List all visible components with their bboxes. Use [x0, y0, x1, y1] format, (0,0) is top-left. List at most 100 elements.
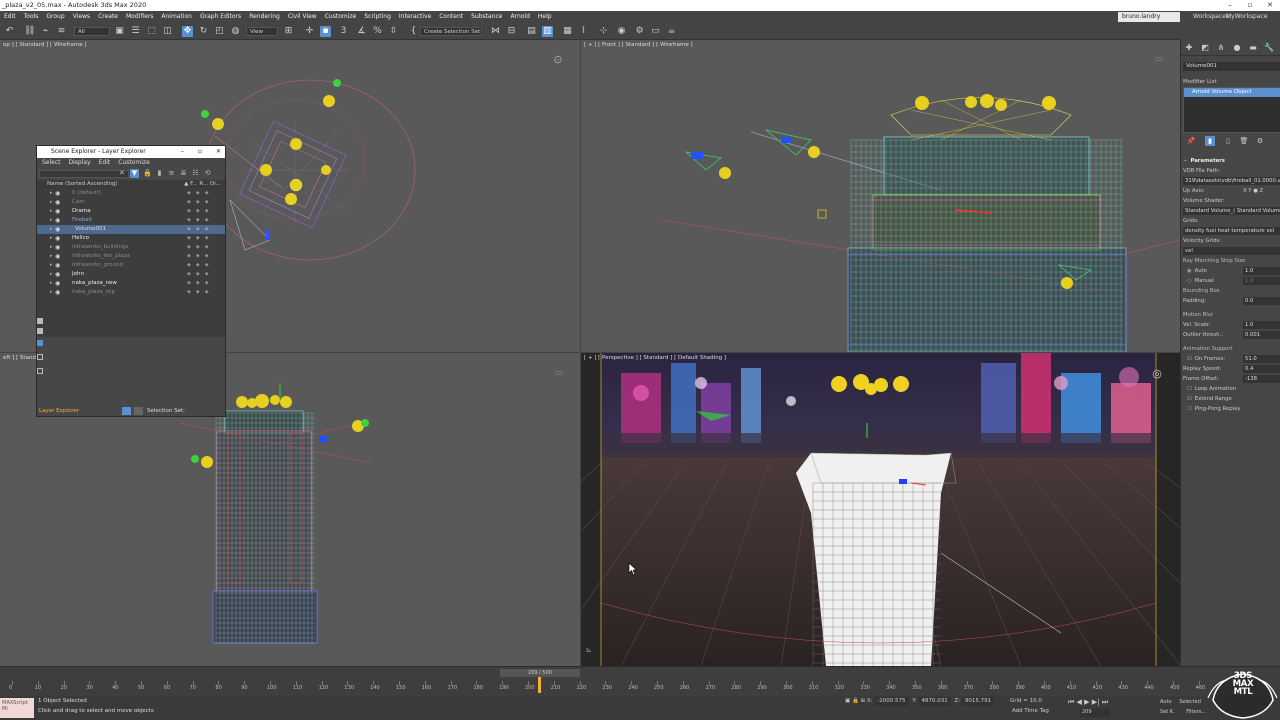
layer-stack-icon[interactable]: ≡ — [167, 169, 176, 178]
user-account[interactable]: bruno.landry — [1118, 12, 1180, 22]
expand-arrow-icon[interactable]: ▸ — [50, 252, 53, 261]
close-icon[interactable]: ✕ — [216, 146, 221, 158]
render-setup-icon[interactable]: ⚙ — [634, 26, 645, 37]
toggle-ribbon-icon[interactable]: ▦ — [562, 26, 573, 37]
object-name-field[interactable]: Volume001 — [1183, 62, 1280, 71]
layer-flags-icon[interactable]: ◈◈◈ — [187, 198, 214, 207]
layer-flags-icon[interactable]: ◈◈◈ — [187, 252, 214, 261]
menu-item-tools[interactable]: Tools — [20, 11, 43, 23]
expand-arrow-icon[interactable]: ▸ — [50, 234, 53, 243]
x-coordinate-input[interactable]: -2000.575 — [874, 697, 909, 706]
menu-item-group[interactable]: Group — [42, 11, 68, 23]
menu-item-customize[interactable]: Customize — [321, 11, 361, 23]
select-manipulate-icon[interactable]: ✛ — [304, 26, 315, 37]
manual-step-input[interactable]: 1.0 — [1243, 277, 1280, 285]
menu-item-rendering[interactable]: Rendering — [245, 11, 284, 23]
time-slider[interactable]: 209 / 500 — [500, 669, 580, 677]
visibility-eye-icon[interactable]: ◉ — [55, 279, 60, 288]
grids-input[interactable]: density fuel heat temperature vel — [1183, 227, 1280, 235]
maxscript-listener[interactable]: MAXScript Mi — [0, 698, 34, 718]
auto-radio[interactable]: ◉ — [1187, 268, 1192, 274]
expand-arrow-icon[interactable]: ▸ — [50, 279, 53, 288]
visibility-eye-icon[interactable]: ◉ — [55, 207, 60, 216]
undo-icon[interactable]: ↶ — [4, 26, 15, 37]
vdb-file-path-input[interactable]: 319\datasets\vdb\fireball_01.0000.vdb — [1183, 177, 1280, 185]
link-icon[interactable]: ⛓ — [24, 26, 35, 37]
explorer-menu-customize[interactable]: Customize — [118, 158, 150, 168]
play-icon[interactable]: ▶ — [1084, 698, 1089, 706]
velocity-grids-input[interactable]: vel — [1183, 247, 1280, 255]
maximize-icon[interactable]: ▫ — [198, 146, 202, 158]
current-frame-input[interactable]: 209 — [1080, 708, 1110, 717]
key-filter-dropdown[interactable]: Selected — [1179, 699, 1201, 705]
visibility-eye-icon[interactable]: ◉ — [55, 243, 60, 252]
parameters-header[interactable]: − Parameters — [1183, 156, 1280, 166]
extend-range-checkbox[interactable]: ☑ — [1187, 396, 1192, 402]
y-coordinate-input[interactable]: 4870.031 — [918, 697, 951, 706]
expand-arrow-icon[interactable]: ▸ — [50, 216, 53, 225]
previous-frame-icon[interactable]: ◀ — [1077, 698, 1082, 706]
display-tab-icon[interactable]: ▬ — [1248, 43, 1258, 53]
visibility-eye-icon[interactable]: ◉ — [55, 261, 60, 270]
menu-item-substance[interactable]: Substance — [467, 11, 506, 23]
minimize-icon[interactable]: – — [1220, 0, 1240, 11]
menu-item-content[interactable]: Content — [435, 11, 467, 23]
reference-coordinate-dropdown[interactable]: View — [246, 27, 278, 36]
layer-flags-icon[interactable]: ◈◈◈ — [187, 243, 214, 252]
filter-icon[interactable]: ▼ — [130, 169, 139, 178]
lock-selection-icon[interactable]: 🔒 — [852, 698, 861, 704]
scene-explorer-titlebar[interactable]: Scene Explorer - Layer Explorer – ▫ ✕ — [37, 146, 225, 158]
z-coordinate-input[interactable]: 9015.791 — [961, 697, 995, 706]
layer-explorer-icon[interactable] — [122, 407, 131, 415]
on-frames-checkbox[interactable]: ☑ — [1187, 356, 1192, 362]
spinner-snap-icon[interactable]: ⇳ — [388, 26, 399, 37]
lock-toggle-icon[interactable]: ▮ — [155, 169, 164, 178]
angle-snap-icon[interactable]: ∡ — [356, 26, 367, 37]
layer-row[interactable]: ▸ ◉ infraworks_buildings ◈◈◈ — [37, 243, 225, 252]
column-flags[interactable]: ▲ F... R... Di... — [184, 180, 221, 189]
menu-item-graph-editors[interactable]: Graph Editors — [196, 11, 245, 23]
playhead-marker[interactable] — [538, 677, 541, 693]
layer-row[interactable]: ▸ ◉ Fireball ◈◈◈ — [37, 216, 225, 225]
named-selection-set-dropdown[interactable]: Create Selection Set — [420, 27, 482, 36]
up-axis-radio[interactable]: X Y ● Z — [1243, 186, 1263, 196]
select-move-icon[interactable]: ✥ — [182, 26, 193, 37]
visibility-eye-icon[interactable]: ◉ — [55, 216, 60, 225]
replay-speed-input[interactable]: 0.4 — [1243, 365, 1280, 373]
next-frame-icon[interactable]: ▶| — [1092, 698, 1100, 706]
auto-step-input[interactable]: 1.0 — [1243, 267, 1280, 275]
layer-flags-icon[interactable]: ◈◈◈ — [187, 261, 214, 270]
manual-radio[interactable]: ○ — [1187, 278, 1192, 284]
select-rotate-icon[interactable]: ↻ — [198, 26, 209, 37]
visibility-eye-icon[interactable]: ◉ — [55, 189, 60, 198]
column-header[interactable]: Name (Sorted Ascending) ▲ F... R... Di..… — [37, 180, 225, 189]
menu-item-interactive[interactable]: Interactive — [395, 11, 435, 23]
explorer-menu-select[interactable]: Select — [42, 158, 61, 168]
visibility-eye-icon[interactable]: ◉ — [55, 234, 60, 243]
maximize-icon[interactable]: ▫ — [1240, 0, 1260, 11]
rectangular-selection-icon[interactable]: ⬚ — [146, 26, 157, 37]
render-production-icon[interactable]: ☕ — [666, 26, 677, 37]
tool-square-icon[interactable] — [37, 328, 43, 334]
modifier-stack-item[interactable]: Arnold Volume Object — [1184, 88, 1280, 97]
window-crossing-icon[interactable]: ◫ — [162, 26, 173, 37]
motion-tab-icon[interactable]: ● — [1232, 43, 1242, 53]
explorer-type-label[interactable]: Layer Explorer — [39, 406, 79, 416]
padding-input[interactable]: 0.0 — [1243, 297, 1280, 305]
minimize-icon[interactable]: – — [181, 146, 184, 158]
outlier-input[interactable]: 0.001 — [1243, 331, 1280, 339]
add-time-tag[interactable]: Add Time Tag — [1012, 708, 1049, 714]
modify-tab-icon[interactable]: ◩ — [1200, 43, 1210, 53]
frame-offset-input[interactable]: -138 — [1243, 375, 1280, 383]
selection-filter-dropdown[interactable]: All — [74, 27, 110, 36]
layer-row[interactable]: ▸ ◉ infraworks_fen_plaza ◈◈◈ — [37, 252, 225, 261]
selection-set-icon[interactable] — [134, 407, 143, 415]
show-end-result-icon[interactable]: ▮ — [1205, 136, 1215, 146]
select-place-icon[interactable]: ◍ — [230, 26, 241, 37]
layer-flags-icon[interactable]: ◈◈◈ — [187, 216, 214, 225]
layer-row[interactable]: ▸ ◉ naka_plaza_skp ◈◈◈ — [37, 288, 225, 297]
ping-pong-checkbox[interactable]: ☐ — [1187, 406, 1192, 412]
layer-flags-icon[interactable]: ◈◈◈ — [187, 288, 214, 297]
mirror-icon[interactable]: ⋈ — [490, 26, 501, 37]
hierarchy-icon[interactable]: ☷ — [191, 169, 200, 178]
